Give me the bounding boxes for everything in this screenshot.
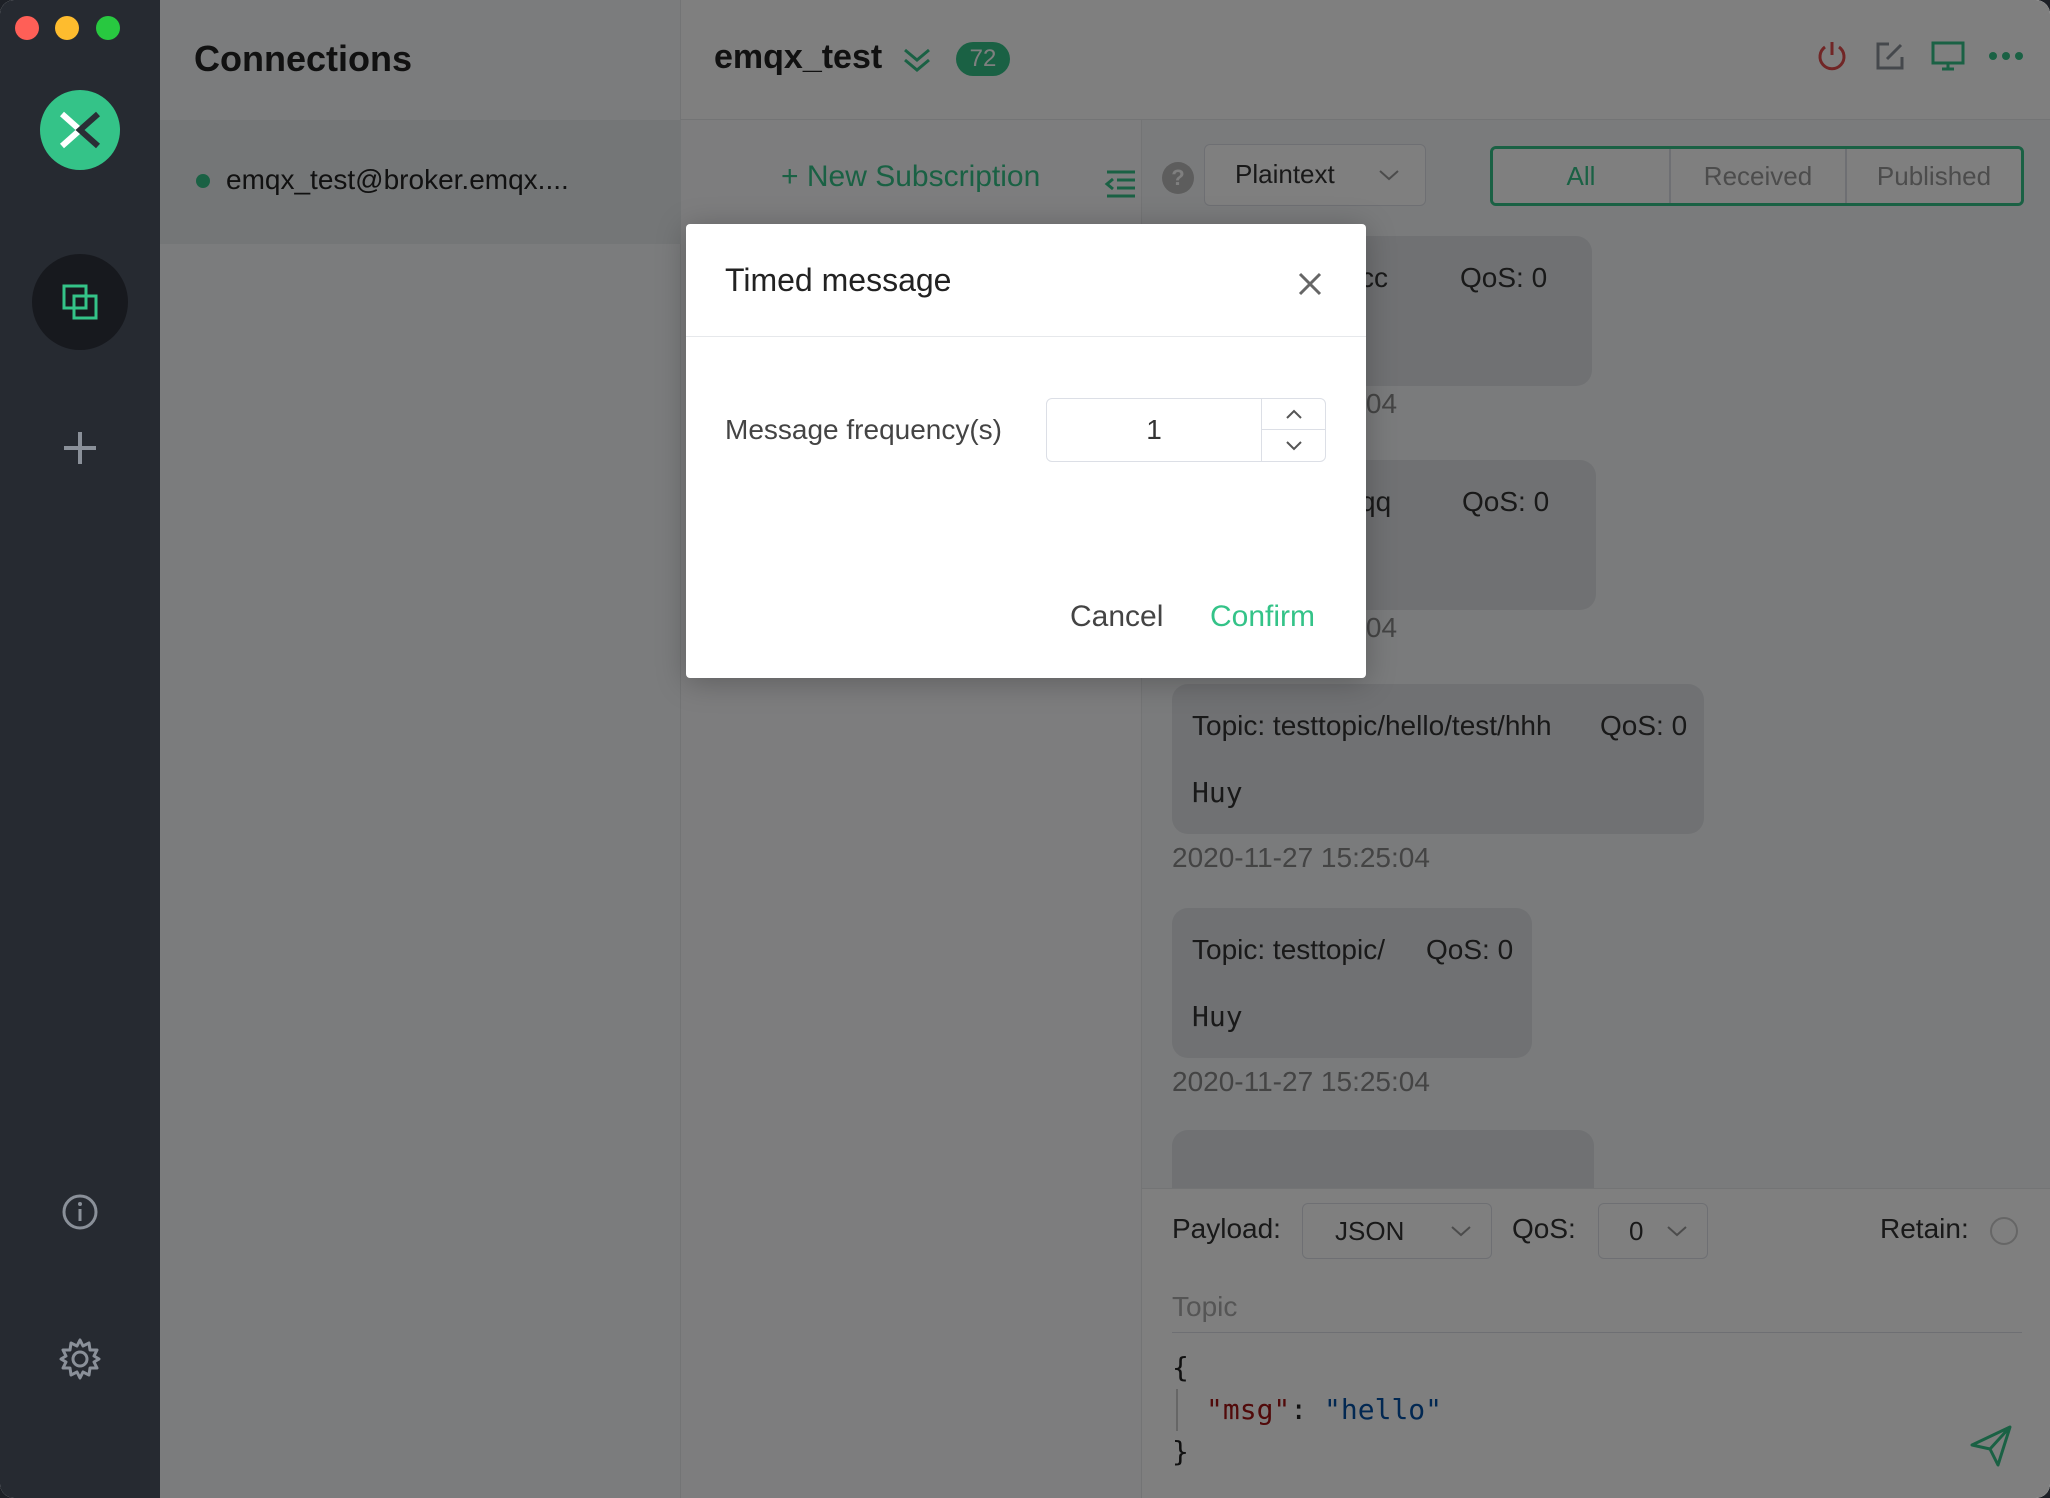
frequency-label: Message frequency(s) xyxy=(725,414,1003,445)
sidebar-item-settings[interactable] xyxy=(50,1329,110,1389)
connections-icon xyxy=(62,284,98,320)
chevron-down-icon xyxy=(1285,440,1302,450)
sidebar-item-new-connection[interactable] xyxy=(50,418,110,478)
timed-message-dialog: Timed message Message frequency(s) 1 Can… xyxy=(686,224,1366,678)
chevron-up-icon xyxy=(1285,409,1302,419)
dialog-title: Timed message xyxy=(725,262,952,298)
confirm-button[interactable]: Confirm xyxy=(1210,600,1315,634)
decrement-button[interactable] xyxy=(1261,430,1325,461)
sidebar-item-connections[interactable] xyxy=(32,254,128,350)
mqttx-window: Connections emqx_test@broker.emqx.... em… xyxy=(0,0,2050,1498)
close-window-button[interactable] xyxy=(15,16,39,40)
frequency-value[interactable]: 1 xyxy=(1047,399,1261,461)
sidebar-rail xyxy=(0,0,160,1498)
close-icon[interactable] xyxy=(1292,266,1328,302)
increment-button[interactable] xyxy=(1261,399,1325,430)
sidebar-item-about[interactable] xyxy=(50,1182,110,1242)
maximize-window-button[interactable] xyxy=(96,16,120,40)
plus-icon xyxy=(64,432,96,464)
mqttx-logo-icon xyxy=(40,90,120,170)
cancel-button[interactable]: Cancel xyxy=(1070,600,1163,634)
frequency-input[interactable]: 1 xyxy=(1046,398,1326,462)
minimize-window-button[interactable] xyxy=(55,16,79,40)
gear-icon xyxy=(59,1338,101,1380)
info-icon xyxy=(62,1194,98,1230)
dialog-header: Timed message xyxy=(686,224,1366,337)
